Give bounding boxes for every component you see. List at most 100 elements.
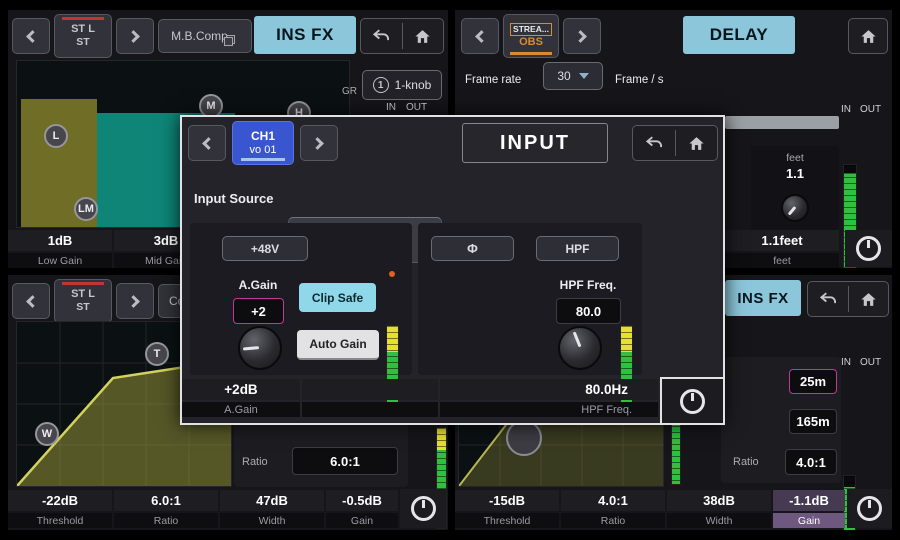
back-button[interactable]: [188, 125, 226, 161]
frame-unit-label: Frame / s: [615, 74, 664, 86]
param-cell-again[interactable]: +2dB A.Gain: [182, 379, 300, 417]
hpf-freq-value-box[interactable]: 80.0: [556, 298, 621, 324]
param-label: Gain: [326, 513, 398, 528]
param-label: Ratio: [561, 513, 665, 528]
param-cell-width[interactable]: 38dB Width: [667, 490, 771, 528]
param-cell-ratio[interactable]: 6.0:1 Ratio: [114, 490, 218, 528]
undo-button[interactable]: [633, 126, 675, 160]
undo-button[interactable]: [361, 19, 402, 53]
param-cell-ratio[interactable]: 4.0:1 Ratio: [561, 490, 665, 528]
home-icon: [859, 27, 878, 46]
meter-in-label: IN: [841, 104, 851, 115]
home-button[interactable]: [403, 19, 444, 53]
param-value: 6.0:1: [114, 490, 218, 511]
curve-knob[interactable]: [506, 420, 542, 456]
ratio-value-box[interactable]: 6.0:1: [292, 447, 398, 475]
param-value: 1dB: [8, 230, 112, 251]
hpf-button[interactable]: HPF: [536, 236, 619, 261]
param-cell-hpf[interactable]: 80.0Hz HPF Freq.: [440, 379, 658, 417]
screen-title: INS FX: [254, 16, 356, 54]
again-value-box[interactable]: +2: [233, 298, 284, 324]
channel-color-bar: [510, 52, 552, 55]
one-knob-button[interactable]: 1 1-knob: [362, 70, 442, 100]
input-popup: CH1 vo 01 INPUT Input Source MIC/LINE 1/…: [180, 115, 725, 425]
home-icon: [413, 27, 432, 46]
chevron-left-icon: [475, 30, 488, 43]
channel-color-bar: [241, 158, 285, 161]
param-value: +2dB: [182, 379, 300, 400]
home-button[interactable]: [849, 282, 889, 316]
param-cell-gain[interactable]: -0.5dB Gain: [326, 490, 398, 528]
scene-knob-box[interactable]: [400, 489, 446, 528]
preset-button[interactable]: M.B.Comp: [158, 19, 252, 53]
chevron-right-icon: [311, 137, 324, 150]
hpf-freq-knob[interactable]: [558, 326, 602, 370]
delay-slider-track[interactable]: [725, 116, 839, 129]
param-label: Threshold: [8, 513, 112, 528]
param-cell-width[interactable]: 47dB Width: [220, 490, 324, 528]
band-handle-low[interactable]: L: [44, 124, 68, 148]
param-value: 47dB: [220, 490, 324, 511]
param-strip: -15dB Threshold 4.0:1 Ratio 38dB Width -…: [455, 490, 845, 528]
phantom-48v-button[interactable]: +48V: [222, 236, 308, 261]
param-label: HPF Freq.: [440, 402, 658, 417]
param-cell-delay[interactable]: 1.1feet feet: [725, 230, 839, 268]
forward-button[interactable]: [563, 18, 601, 54]
ratio-label: Ratio: [242, 456, 268, 468]
param-cell-threshold[interactable]: -15dB Threshold: [455, 490, 559, 528]
param-label: Threshold: [455, 513, 559, 528]
back-button[interactable]: [12, 283, 50, 319]
copy-icon: [224, 35, 235, 46]
channel-select-button[interactable]: ST L ST: [54, 279, 112, 323]
auto-gain-button[interactable]: Auto Gain: [297, 330, 379, 360]
undo-button[interactable]: [808, 282, 848, 316]
hpf-section: Φ HPF HPF Freq. 80.0: [418, 223, 642, 375]
forward-button[interactable]: [116, 283, 154, 319]
release-value-box[interactable]: 165m: [789, 409, 837, 434]
again-knob[interactable]: [238, 326, 282, 370]
forward-button[interactable]: [300, 125, 338, 161]
channel-select-button[interactable]: ST L ST: [54, 14, 112, 58]
param-value: -0.5dB: [326, 490, 398, 511]
param-cell-lowgain[interactable]: 1dB Low Gain: [8, 230, 112, 268]
clock-knob-icon: [857, 496, 882, 521]
param-strip: -22dB Threshold 6.0:1 Ratio 47dB Width -…: [8, 490, 398, 528]
ratio-label: Ratio: [733, 456, 759, 468]
delay-knob[interactable]: [781, 194, 809, 222]
meter-out-label: OUT: [406, 102, 427, 113]
back-button[interactable]: [461, 18, 499, 54]
param-strip: +2dB A.Gain 80.0Hz HPF Freq.: [182, 379, 658, 417]
scene-knob-box[interactable]: [660, 377, 723, 423]
phase-button[interactable]: Φ: [431, 236, 514, 261]
channel-select-button[interactable]: CH1 vo 01: [232, 121, 294, 165]
param-cell-threshold[interactable]: -22dB Threshold: [8, 490, 112, 528]
comp-params-section: 25m 165m Ratio 4.0:1: [721, 357, 841, 483]
scene-knob-box[interactable]: [845, 230, 892, 267]
clip-safe-button[interactable]: Clip Safe: [299, 283, 376, 312]
gr-label: GR: [342, 86, 357, 97]
param-cell-empty[interactable]: [302, 379, 438, 417]
scene-knob-box[interactable]: [847, 489, 892, 528]
channel-select-button[interactable]: STREA... OBS: [503, 14, 559, 58]
attack-value-box[interactable]: 25m: [789, 369, 837, 394]
ratio-value-box[interactable]: 4.0:1: [785, 449, 837, 475]
home-button[interactable]: [849, 19, 887, 53]
param-value: 4.0:1: [561, 490, 665, 511]
frame-rate-dropdown[interactable]: 30: [543, 62, 603, 90]
chevron-left-icon: [26, 295, 39, 308]
width-handle[interactable]: W: [35, 422, 59, 446]
home-button[interactable]: [676, 126, 718, 160]
band-handle-lowmid[interactable]: LM: [74, 197, 98, 221]
back-button[interactable]: [12, 18, 50, 54]
input-source-label: Input Source: [194, 191, 273, 206]
channel-name: ST L: [71, 23, 95, 36]
threshold-handle[interactable]: T: [145, 342, 169, 366]
channel-color-bar: [62, 17, 104, 20]
meter-in-label: IN: [841, 357, 851, 368]
param-value: 38dB: [667, 490, 771, 511]
delay-value: 1.1: [751, 166, 839, 181]
channel-name-line2: ST: [76, 301, 89, 314]
channel-name: ST L: [71, 288, 95, 301]
forward-button[interactable]: [116, 18, 154, 54]
param-cell-gain-selected[interactable]: -1.1dB Gain: [773, 490, 845, 528]
